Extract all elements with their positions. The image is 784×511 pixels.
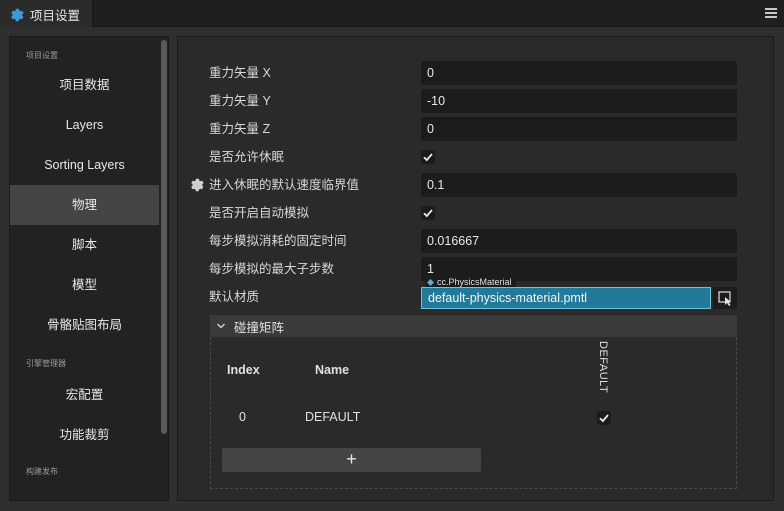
default-material-asset-picker: cc.PhysicsMaterial default-physics-mater… <box>421 277 737 310</box>
fixed-time-step-row: 每步模拟消耗的固定时间 0.016667 <box>178 229 775 253</box>
index-column-header: Index <box>227 363 260 377</box>
hamburger-menu-icon[interactable] <box>765 8 777 18</box>
sidebar-item-feature-cropping[interactable]: 功能裁剪 <box>10 415 159 455</box>
title-bar: 项目设置 <box>0 0 784 27</box>
sidebar-group-engine-manager: 引擎管理器 <box>26 359 66 368</box>
gravity-z-label: 重力矢量 Z <box>209 122 271 136</box>
collision-matrix-body: Index Name DEFAULT 0 DEFAULT + <box>210 337 737 489</box>
collision-matrix-header[interactable]: 碰撞矩阵 <box>210 315 737 337</box>
gravity-y-label: 重力矢量 Y <box>209 94 271 108</box>
allow-sleep-row: 是否允许休眠 <box>178 145 775 169</box>
row-index: 0 <box>239 410 246 424</box>
collision-checkbox-default-default[interactable] <box>597 411 611 425</box>
sidebar-item-scripts[interactable]: 脚本 <box>10 225 159 265</box>
allow-sleep-label: 是否允许休眠 <box>209 150 285 164</box>
auto-simulation-checkbox[interactable] <box>421 206 435 220</box>
gravity-x-row: 重力矢量 X 0 <box>178 61 775 85</box>
sidebar-item-macro-config[interactable]: 宏配置 <box>10 375 159 415</box>
gravity-x-input[interactable]: 0 <box>421 61 737 85</box>
physics-settings-panel: 重力矢量 X 0 重力矢量 Y -10 重力矢量 Z 0 是否允许休眠 进入休眠… <box>177 36 774 501</box>
auto-simulation-label: 是否开启自动模拟 <box>209 206 310 220</box>
name-column-header: Name <box>315 363 350 377</box>
settings-sidebar: 项目设置 项目数据 Layers Sorting Layers 物理 脚本 模型… <box>9 36 169 501</box>
collision-matrix-title: 碰撞矩阵 <box>234 320 285 335</box>
sleep-threshold-row: 进入休眠的默认速度临界值 0.1 <box>178 173 775 197</box>
sidebar-group-project-settings: 项目设置 <box>26 51 58 60</box>
asset-type-label: cc.PhysicsMaterial <box>437 277 512 287</box>
sidebar-item-physics[interactable]: 物理 <box>10 185 159 225</box>
sleep-threshold-label: 进入休眠的默认速度临界值 <box>209 178 360 192</box>
gear-icon[interactable] <box>190 178 204 192</box>
fixed-time-step-input[interactable]: 0.016667 <box>421 229 737 253</box>
asset-pick-button[interactable] <box>713 287 737 309</box>
gravity-y-input[interactable]: -10 <box>421 89 737 113</box>
tab-title: 项目设置 <box>30 9 81 23</box>
sleep-threshold-input[interactable]: 0.1 <box>421 173 737 197</box>
project-settings-tab[interactable]: 项目设置 <box>0 0 93 27</box>
sidebar-scrollbar[interactable] <box>161 40 167 434</box>
sidebar-item-skeleton-texture-layout[interactable]: 骨骼贴图布局 <box>10 305 159 345</box>
cursor-select-icon <box>718 291 731 306</box>
asset-type-tag: cc.PhysicsMaterial <box>425 277 516 287</box>
sidebar-item-sorting-layers[interactable]: Sorting Layers <box>10 145 159 185</box>
gravity-x-label: 重力矢量 X <box>209 66 271 80</box>
allow-sleep-checkbox[interactable] <box>421 150 435 164</box>
sidebar-group-build-publish: 构建发布 <box>26 467 58 476</box>
gravity-z-row: 重力矢量 Z 0 <box>178 117 775 141</box>
gear-icon <box>11 8 24 21</box>
sidebar-item-layers[interactable]: Layers <box>10 105 159 145</box>
diamond-icon <box>427 278 434 286</box>
auto-simulation-row: 是否开启自动模拟 <box>178 201 775 225</box>
sidebar-item-model[interactable]: 模型 <box>10 265 159 305</box>
row-name: DEFAULT <box>305 410 361 424</box>
sidebar-item-project-data[interactable]: 项目数据 <box>10 65 159 105</box>
gravity-y-row: 重力矢量 Y -10 <box>178 89 775 113</box>
max-sub-steps-label: 每步模拟的最大子步数 <box>209 262 335 276</box>
group-column-header-default: DEFAULT <box>597 341 609 394</box>
chevron-down-icon <box>216 323 226 329</box>
fixed-time-step-label: 每步模拟消耗的固定时间 <box>209 234 347 248</box>
default-material-label: 默认材质 <box>209 290 260 304</box>
add-group-button[interactable]: + <box>222 448 481 472</box>
default-material-field[interactable]: default-physics-material.pmtl <box>421 287 711 309</box>
gravity-z-input[interactable]: 0 <box>421 117 737 141</box>
